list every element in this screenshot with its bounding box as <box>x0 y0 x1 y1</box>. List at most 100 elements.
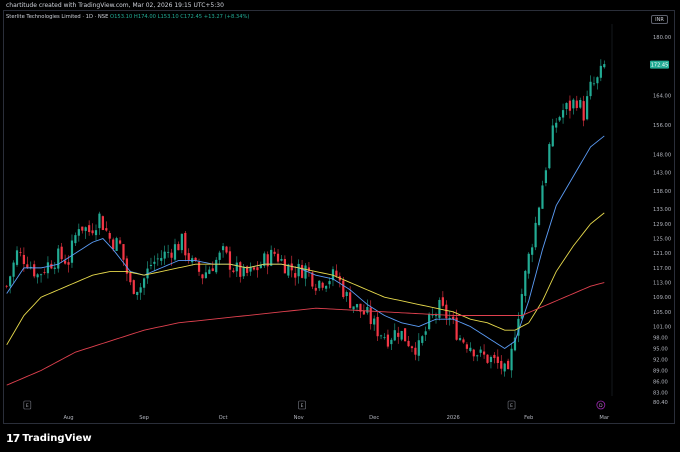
candle-body <box>115 238 118 251</box>
candle-body <box>369 307 372 325</box>
x-tick-label: Aug <box>63 415 73 421</box>
candle-body <box>558 117 561 121</box>
candle-body <box>445 304 448 319</box>
y-tick-label: 164.00 <box>653 94 671 100</box>
candle-body <box>270 249 273 266</box>
tradingview-logo: 17 TradingView <box>6 430 92 446</box>
y-tick-label: 143.00 <box>653 171 671 177</box>
candle-body <box>197 262 201 272</box>
candle-body <box>321 282 324 288</box>
candle-body <box>417 340 420 356</box>
candle-body <box>187 253 190 261</box>
candle-body <box>60 246 63 260</box>
candle-body <box>304 265 307 279</box>
candle-body <box>555 122 558 128</box>
candle-body <box>383 337 386 339</box>
y-tick-label: 105.00 <box>653 310 671 316</box>
candle-body <box>70 240 74 263</box>
candle-body <box>469 347 472 352</box>
candle-body <box>180 233 183 251</box>
candle-body <box>424 331 427 335</box>
candle-body <box>118 240 122 244</box>
candle-body <box>108 233 111 239</box>
candle-body <box>163 251 166 259</box>
candle-body <box>300 264 304 278</box>
candle-body <box>397 332 400 337</box>
candle-body <box>599 65 602 78</box>
y-tick-label: 138.00 <box>653 189 671 195</box>
y-tick-label: 113.00 <box>653 281 671 287</box>
candle-body <box>294 273 297 278</box>
x-tick-label: Oct <box>219 415 228 421</box>
y-tick-label: 92.00 <box>653 357 668 363</box>
candle-body <box>393 330 396 341</box>
candle-body <box>551 125 554 147</box>
candle-body <box>314 287 317 291</box>
y-tick-label: 117.00 <box>653 266 671 272</box>
tradingview-logo-icon: 17 <box>6 431 20 445</box>
candle-body <box>355 304 359 308</box>
candle-body <box>211 268 214 272</box>
earnings-marker-label: E <box>510 403 513 409</box>
earnings-marker-label: E <box>26 403 29 409</box>
candle-body <box>407 340 410 347</box>
price-chart[interactable]: 180.00 164.00 156.00 148.00 143.00 138.00 133.… <box>0 0 680 452</box>
candle-body <box>74 235 77 244</box>
candle-body <box>88 225 91 233</box>
candle-body <box>366 306 369 313</box>
candle-body <box>565 103 568 110</box>
candle-body <box>256 267 259 271</box>
candle-body <box>239 262 242 277</box>
ema-line-3 <box>6 282 605 386</box>
candle-body <box>500 360 503 369</box>
candle-body <box>177 244 180 251</box>
candle-body <box>22 254 25 265</box>
candle-body <box>379 335 383 337</box>
candle-body <box>283 259 286 274</box>
candle-body <box>568 100 572 111</box>
candle-body <box>201 274 204 279</box>
x-tick-label: Mar <box>599 415 610 421</box>
candle-body <box>280 258 283 261</box>
candle-body <box>5 285 8 287</box>
candle-body <box>486 354 489 363</box>
candle-body <box>476 355 479 357</box>
candle-body <box>101 216 104 230</box>
candle-body <box>105 228 108 231</box>
y-tick-label: 125.00 <box>653 237 671 243</box>
candle-body <box>132 280 135 294</box>
x-tick-label: Nov <box>294 415 304 421</box>
candle-body <box>510 348 513 371</box>
candle-body <box>537 207 541 225</box>
candle-body <box>414 347 417 355</box>
candle-body <box>352 306 355 310</box>
x-tick-label: Dec <box>369 415 379 421</box>
candle-body <box>228 251 232 270</box>
candle-body <box>410 346 414 349</box>
candle-body <box>94 230 98 236</box>
candle-body <box>235 262 238 272</box>
candle-body <box>376 316 379 337</box>
candle-body <box>215 259 218 273</box>
candle-body <box>345 292 348 296</box>
candle-body <box>572 99 575 109</box>
candle-body <box>318 280 321 289</box>
candle-body <box>335 270 338 276</box>
candle-body <box>390 339 393 345</box>
candle-body <box>36 274 39 278</box>
dividend-marker-label: D <box>599 403 603 409</box>
y-tick-label: 101.00 <box>653 325 671 331</box>
candle-body <box>259 265 262 269</box>
candle-body <box>112 239 115 249</box>
candle-body <box>586 96 589 120</box>
candle-body <box>328 281 331 285</box>
candle-body <box>33 264 36 277</box>
candle-body <box>242 266 245 277</box>
x-tick-label: Feb <box>524 415 534 421</box>
y-tick-label: 95.00 <box>653 346 668 352</box>
candle-body <box>276 253 280 262</box>
candle-body <box>493 354 496 359</box>
candle-body <box>531 247 534 255</box>
y-tick-label: 98.00 <box>653 336 668 342</box>
candle-body <box>170 252 173 258</box>
